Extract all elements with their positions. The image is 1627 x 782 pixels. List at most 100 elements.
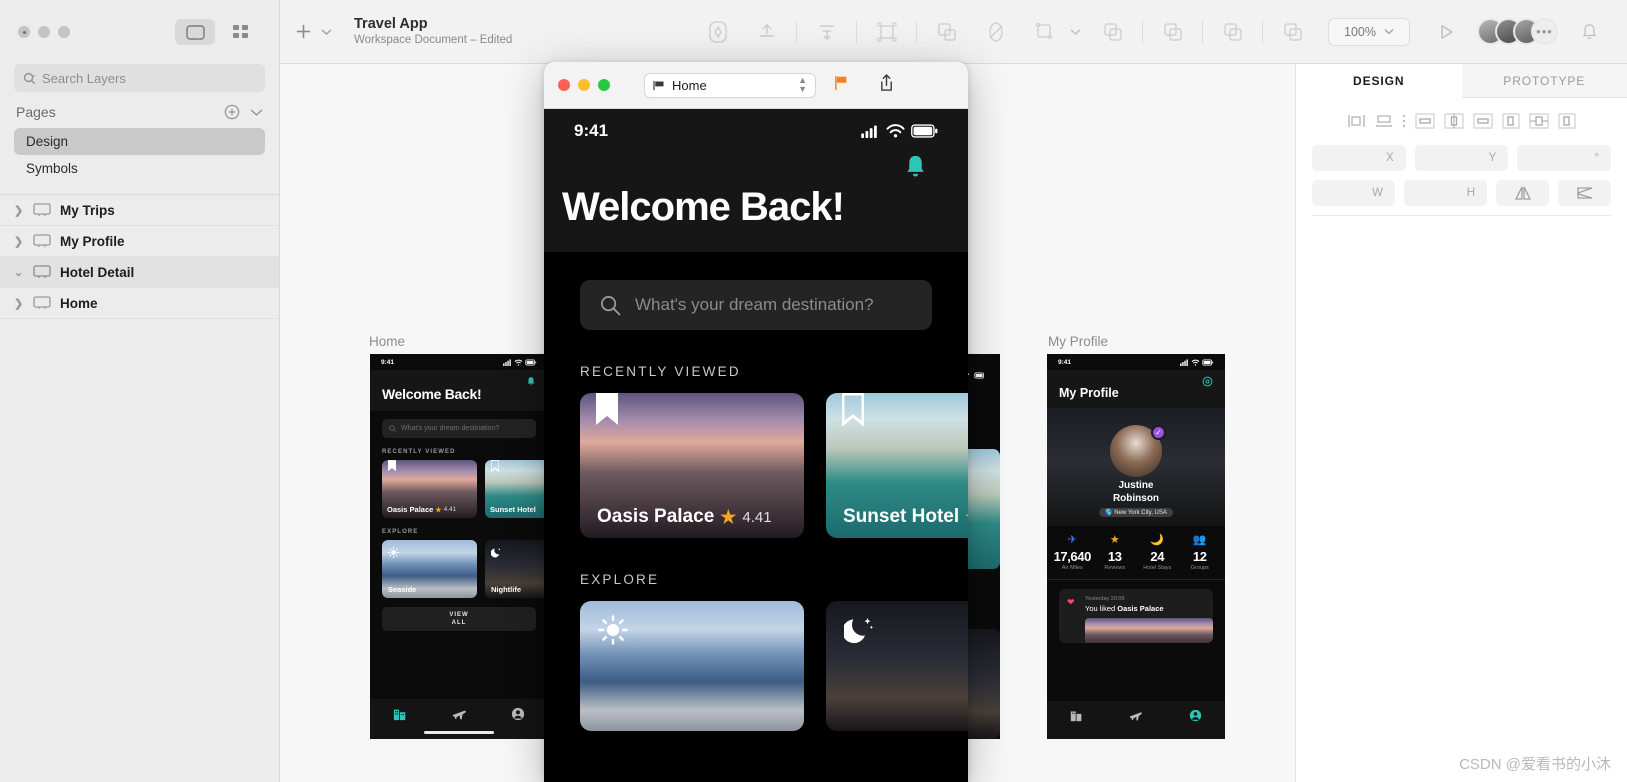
flag-button[interactable] [834, 75, 849, 96]
preview-artboard-selector[interactable]: Home ▲ ▼ [644, 72, 816, 98]
flip-vertical-button[interactable] [1558, 180, 1611, 206]
preview-minimize-button[interactable] [578, 79, 590, 91]
page-item-symbols[interactable]: Symbols [14, 155, 265, 182]
bookmark-icon[interactable] [490, 460, 500, 478]
profile-hero: ✓ Justine Robinson 🌎 New York City, USA [1047, 408, 1225, 526]
window-close-button[interactable] [18, 26, 30, 38]
canvas-view-toggle[interactable] [175, 19, 215, 45]
search-layers-input[interactable]: Search Layers [14, 64, 265, 92]
x-field[interactable]: X [1312, 145, 1406, 171]
home-view-all-button[interactable]: VIEW ALL [382, 607, 536, 631]
collaborator-avatars[interactable]: ••• [1477, 18, 1558, 45]
airplane-icon: ✈ [1067, 534, 1077, 546]
rotate-copy-icon[interactable] [972, 10, 1019, 54]
align-middle-icon[interactable] [1443, 112, 1465, 135]
chevron-down-icon[interactable] [250, 108, 263, 117]
grid-view-toggle[interactable] [221, 19, 261, 45]
toolbar-icon-group: 100% ••• [694, 10, 1613, 54]
moon-icon [490, 545, 502, 563]
mask-icon[interactable] [923, 10, 970, 54]
difference-icon[interactable] [1269, 10, 1316, 54]
insert-chevron-down-icon[interactable] [321, 28, 332, 36]
bookmark-icon[interactable] [388, 460, 396, 478]
more-align-icon[interactable] [1401, 112, 1407, 135]
chevron-right-icon[interactable]: ❯ [14, 297, 24, 310]
tab-prototype[interactable]: PROTOTYPE [1461, 64, 1627, 98]
dist-right-icon[interactable] [1557, 112, 1577, 135]
tab-hotels[interactable] [393, 707, 407, 726]
tab-profile[interactable] [511, 707, 525, 726]
rotation-field[interactable]: ° [1517, 145, 1612, 171]
profile-activity-card[interactable]: ❤ Yesterday 20:05 You liked Oasis Palace [1059, 589, 1213, 643]
dist-left-icon[interactable] [1501, 112, 1521, 135]
zoom-level-selector[interactable]: 100% [1328, 17, 1410, 46]
plus-circle-icon[interactable] [224, 104, 240, 120]
preview-status-icons [861, 124, 938, 138]
preview-zoom-button[interactable] [598, 79, 610, 91]
tab-hotels[interactable] [1070, 709, 1083, 727]
scale-chevron-down-icon[interactable] [1070, 28, 1081, 36]
plus-icon[interactable] [294, 22, 313, 41]
preview-card-sunset-hotel[interactable]: Sunset Hotel ★ [826, 393, 968, 538]
verified-check-icon: ✓ [1151, 425, 1166, 440]
y-field[interactable]: Y [1414, 145, 1509, 171]
window-minimize-button[interactable] [38, 26, 50, 38]
play-preview-button[interactable] [1422, 10, 1469, 54]
avatar-overflow[interactable]: ••• [1531, 18, 1558, 45]
preview-close-button[interactable] [558, 79, 570, 91]
page-item-design[interactable]: Design [14, 128, 265, 155]
align-left-icon[interactable] [1347, 112, 1367, 135]
tab-design[interactable]: DESIGN [1296, 64, 1462, 98]
artboard-label-home[interactable]: Home [369, 334, 405, 349]
align-hcenter-box-icon[interactable] [1414, 112, 1436, 135]
tab-flights[interactable] [1129, 709, 1143, 727]
width-field[interactable]: W [1312, 180, 1395, 206]
align-center-h-icon[interactable] [1374, 112, 1394, 135]
chevron-right-icon[interactable]: ❯ [14, 235, 24, 248]
height-field[interactable]: H [1404, 180, 1487, 206]
window-traffic-lights [18, 26, 70, 38]
home-explore-seaside[interactable]: Seaside [382, 540, 477, 598]
union-icon[interactable] [1089, 10, 1136, 54]
artboard-my-profile[interactable]: 9:41 My Profile ✓ Justine Robinson 🌎 New… [1047, 354, 1225, 739]
tab-profile[interactable] [1189, 709, 1202, 727]
layer-row-hotel-detail[interactable]: ⌄ Hotel Detail [0, 257, 279, 288]
bookmark-icon[interactable] [596, 393, 618, 432]
home-explore-nightlife[interactable]: Nightlife [485, 540, 548, 598]
notifications-button[interactable] [1566, 10, 1613, 54]
align-top-icon[interactable] [743, 10, 790, 54]
chevron-right-icon[interactable]: ❯ [14, 204, 24, 217]
home-card-sunset[interactable]: Sunset Hotel [485, 460, 548, 518]
layer-row-my-trips[interactable]: ❯ My Trips [0, 195, 279, 226]
preview-search-input[interactable]: What's your dream destination? [580, 280, 932, 330]
preview-explore-nightlife[interactable] [826, 601, 968, 731]
profile-settings-button[interactable] [1059, 374, 1213, 387]
subtract-icon[interactable] [1149, 10, 1196, 54]
distribute-icon[interactable] [803, 10, 850, 54]
share-button[interactable] [879, 73, 894, 97]
window-zoom-button[interactable] [58, 26, 70, 38]
layer-row-home[interactable]: ❯ Home [0, 288, 279, 319]
preview-explore-seaside[interactable] [580, 601, 804, 731]
artboard-label-my-profile[interactable]: My Profile [1048, 334, 1108, 349]
tab-flights[interactable] [452, 707, 466, 726]
dist-center-icon[interactable] [1528, 112, 1550, 135]
home-bell-button[interactable] [382, 374, 536, 386]
stepper-updown-icon[interactable]: ▲ ▼ [798, 76, 807, 94]
group-icon[interactable] [863, 10, 910, 54]
home-search-input[interactable]: What's your dream destination? [382, 419, 536, 438]
flip-horizontal-button[interactable] [1496, 180, 1549, 206]
bookmark-icon[interactable] [841, 393, 865, 432]
preview-window[interactable]: Home ▲ ▼ 9:41 Welcome Back! What's your … [544, 62, 968, 782]
scale-icon[interactable] [1021, 10, 1068, 54]
home-card-oasis[interactable]: Oasis Palace ★ 4.41 [382, 460, 477, 518]
vector-icon[interactable] [694, 10, 741, 54]
align-right-box-icon[interactable] [1472, 112, 1494, 135]
preview-bell-button[interactable] [562, 153, 950, 185]
preview-search-container: What's your dream destination? [544, 252, 968, 330]
preview-card-oasis-palace[interactable]: Oasis Palace ★ 4.41 [580, 393, 804, 538]
layer-row-my-profile[interactable]: ❯ My Profile [0, 226, 279, 257]
chevron-down-icon[interactable]: ⌄ [14, 266, 24, 279]
artboard-home[interactable]: 9:41 Welcome Back! What's your dream des… [370, 354, 548, 739]
intersect-icon[interactable] [1209, 10, 1256, 54]
